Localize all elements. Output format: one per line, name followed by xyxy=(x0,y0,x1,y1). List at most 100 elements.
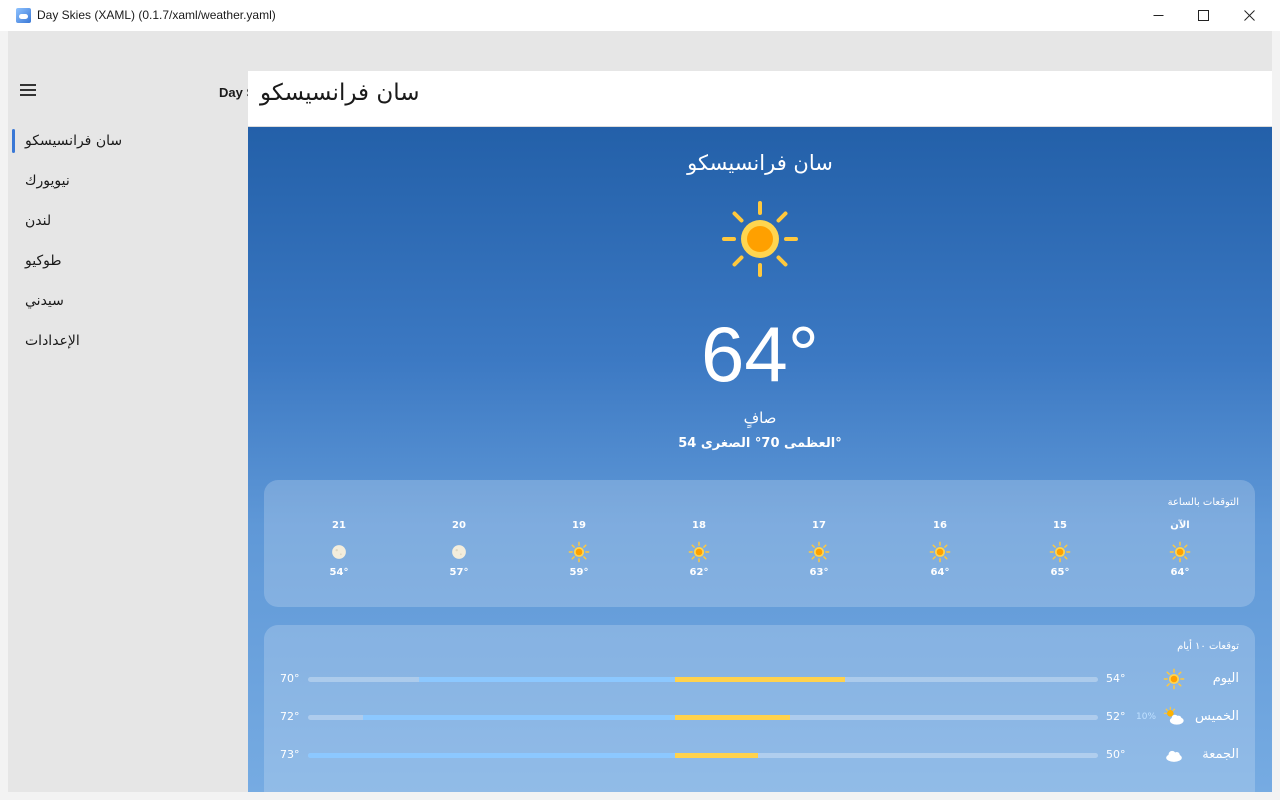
cloud-icon xyxy=(1166,750,1182,762)
day-low: 54° xyxy=(1106,672,1126,685)
hour-icon xyxy=(910,540,970,564)
daily-forecast-title: توقعات ١٠ أيام xyxy=(1177,641,1239,652)
hourly-item: 18 62° xyxy=(669,520,729,578)
close-icon xyxy=(1243,10,1255,21)
sidebar-item-settings[interactable]: الإعدادات xyxy=(8,321,248,361)
hour-label: 20 xyxy=(452,520,466,531)
content-pane: سان فرانسيسكو سان فرانسيسكو 64° صافٍ الع… xyxy=(248,71,1272,792)
daily-row: الجمعة 50° 73° xyxy=(264,739,1255,769)
day-high: 70° xyxy=(280,672,300,685)
hour-icon xyxy=(309,540,369,564)
hourly-item: 20 57° xyxy=(429,520,489,578)
precipitation-chance: 10% xyxy=(1136,712,1157,722)
hourly-item: 17 63° xyxy=(789,520,849,578)
hour-temperature: 54° xyxy=(329,567,349,578)
sidebar-item-tokyo[interactable]: طوكيو xyxy=(8,241,248,281)
page-header: سان فرانسيسكو xyxy=(248,71,1272,127)
sidebar-item-label: طوكيو xyxy=(25,253,62,269)
app-window: Day S سان فرانسيسكو نيويورك لندن طوكيو س… xyxy=(8,31,1272,792)
sun-icon xyxy=(929,541,951,563)
warm-range xyxy=(675,715,790,720)
day-name: اليوم xyxy=(1212,671,1239,686)
sidebar-item-label: لندن xyxy=(25,213,52,229)
hourly-item: 21 54° xyxy=(309,520,369,578)
partly-cloudy-icon xyxy=(1163,706,1184,725)
temperature-range-bar xyxy=(308,753,1098,758)
menu-icon-line xyxy=(20,89,36,91)
current-city: سان فرانسيسكو xyxy=(687,151,833,175)
hour-icon xyxy=(789,540,849,564)
title-bar: Day Skies (XAML) (0.1.7/xaml/weather.yam… xyxy=(0,0,1280,31)
hour-icon xyxy=(669,540,729,564)
maximize-icon xyxy=(1197,10,1209,21)
warm-range xyxy=(675,753,758,758)
hour-label: الآن xyxy=(1170,520,1190,531)
hour-temperature: 62° xyxy=(689,567,709,578)
hour-temperature: 59° xyxy=(569,567,589,578)
sun-icon xyxy=(1163,668,1185,690)
sidebar: سان فرانسيسكو نيويورك لندن طوكيو سيدني ا… xyxy=(8,121,248,361)
sidebar-item-new-york[interactable]: نيويورك xyxy=(8,161,248,201)
sun-icon xyxy=(808,541,830,563)
close-button[interactable] xyxy=(1226,0,1272,31)
moon-icon xyxy=(332,545,346,559)
sidebar-item-label: نيويورك xyxy=(25,173,70,189)
hour-temperature: 63° xyxy=(809,567,829,578)
hourly-forecast-card: التوقعات بالساعة الآن 64° 15 65° 16 64° … xyxy=(264,480,1255,607)
temperature-range-bar xyxy=(308,677,1098,682)
hour-label: 21 xyxy=(332,520,346,531)
sun-icon xyxy=(722,201,798,277)
sun-icon xyxy=(568,541,590,563)
cool-range xyxy=(419,677,675,682)
daily-row: الخميس 10% 52° 72° xyxy=(264,701,1255,731)
hour-icon xyxy=(549,540,609,564)
day-low: 52° xyxy=(1106,710,1126,723)
app-icon xyxy=(16,8,31,23)
day-name: الجمعة xyxy=(1202,747,1239,762)
minimize-button[interactable] xyxy=(1135,0,1181,31)
sidebar-item-london[interactable]: لندن xyxy=(8,201,248,241)
sidebar-item-label: الإعدادات xyxy=(25,333,80,349)
day-icon xyxy=(1162,743,1186,767)
window-title: Day Skies (XAML) (0.1.7/xaml/weather.yam… xyxy=(37,8,276,22)
cool-range xyxy=(308,753,675,758)
day-icon xyxy=(1162,705,1186,729)
high-low: العظمى 70° الصغرى 54° xyxy=(678,436,842,451)
hour-icon xyxy=(429,540,489,564)
hour-temperature: 64° xyxy=(930,567,950,578)
sidebar-item-label: سان فرانسيسكو xyxy=(25,133,123,149)
hour-temperature: 64° xyxy=(1170,567,1190,578)
hourly-item: 15 65° xyxy=(1030,520,1090,578)
hour-icon xyxy=(1150,540,1210,564)
temperature-range-bar xyxy=(308,715,1098,720)
sidebar-item-label: سيدني xyxy=(25,293,64,309)
hourly-item: الآن 64° xyxy=(1150,520,1210,578)
maximize-button[interactable] xyxy=(1180,0,1226,31)
hour-temperature: 57° xyxy=(449,567,469,578)
menu-icon xyxy=(20,84,36,86)
current-temperature: 64° xyxy=(701,310,819,398)
hourly-item: 19 59° xyxy=(549,520,609,578)
page-title: سان فرانسيسكو xyxy=(260,80,420,106)
hour-label: 15 xyxy=(1053,520,1067,531)
daily-row: اليوم 54° 70° xyxy=(264,663,1255,693)
sidebar-item-san-francisco[interactable]: سان فرانسيسكو xyxy=(8,121,248,161)
sidebar-item-sydney[interactable]: سيدني xyxy=(8,281,248,321)
day-name: الخميس xyxy=(1195,709,1239,724)
hour-label: 17 xyxy=(812,520,826,531)
sun-icon xyxy=(1049,541,1071,563)
sun-icon xyxy=(1169,541,1191,563)
sun-icon xyxy=(688,541,710,563)
hour-icon xyxy=(1030,540,1090,564)
daily-forecast-card: توقعات ١٠ أيام اليوم 54° 70° الخميس 10% … xyxy=(264,625,1255,792)
menu-button[interactable] xyxy=(20,84,36,96)
hour-label: 16 xyxy=(933,520,947,531)
day-low: 50° xyxy=(1106,748,1126,761)
cool-range xyxy=(363,715,675,720)
hourly-item: 16 64° xyxy=(910,520,970,578)
current-condition: صافٍ xyxy=(743,409,777,427)
weather-panel[interactable]: سان فرانسيسكو 64° صافٍ العظمى 70° الصغرى… xyxy=(248,127,1272,792)
hour-temperature: 65° xyxy=(1050,567,1070,578)
day-high: 73° xyxy=(280,748,300,761)
warm-range xyxy=(675,677,845,682)
